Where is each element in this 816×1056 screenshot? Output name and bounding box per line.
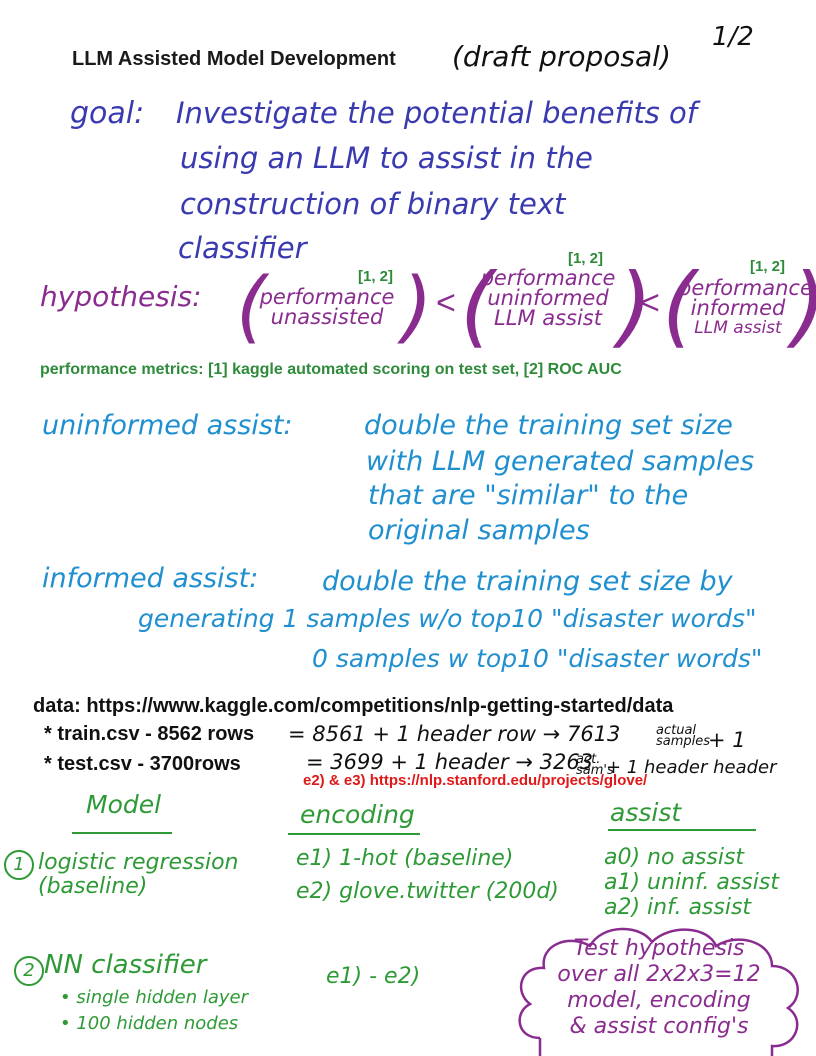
bullet-text: single hidden layer xyxy=(76,987,248,1008)
hypothesis-term-3: performance informed LLM assist xyxy=(678,276,813,339)
term-line: performance xyxy=(480,266,616,290)
less-than: < xyxy=(640,284,660,322)
uninformed-assist-label: uninformed assist: xyxy=(42,410,293,441)
model-1-line: logistic regression xyxy=(38,850,239,875)
train-note-tail: + 1 xyxy=(708,728,746,752)
cloud-line: & assist config's xyxy=(569,1014,749,1039)
right-paren: ) xyxy=(402,262,433,352)
train-rows: * train.csv - 8562 rows xyxy=(44,723,255,745)
cloud-note: Test hypothesis over all 2x2x3=12 model,… xyxy=(534,936,784,1040)
model-number-badge: 1 xyxy=(4,850,34,880)
model-1-line: (baseline) xyxy=(38,874,148,899)
assist-header-underline xyxy=(608,829,756,831)
uninformed-assist-line: that are "similar" to the xyxy=(368,480,689,511)
hypothesis-label: hypothesis: xyxy=(40,280,202,313)
cloud-line: model, encoding xyxy=(567,988,751,1013)
bullet-text: 100 hidden nodes xyxy=(76,1013,239,1034)
metric-tag: [1, 2] xyxy=(568,250,604,267)
right-paren: ) xyxy=(792,262,816,350)
assist-a1: a1) uninf. assist xyxy=(604,870,779,895)
metric-tag: [1, 2] xyxy=(750,258,786,275)
model-2-bullet: • 100 hidden nodes xyxy=(60,1013,239,1034)
uninformed-assist-line: double the training set size xyxy=(364,410,733,441)
data-url-line: data: https://www.kaggle.com/competition… xyxy=(33,695,674,717)
goal-line: classifier xyxy=(178,231,307,265)
uninformed-assist-line: original samples xyxy=(368,515,590,546)
less-than: < xyxy=(436,284,456,322)
encoding-header-underline xyxy=(288,833,420,835)
glove-note: e2) & e3) https://nlp.stanford.edu/proje… xyxy=(303,772,648,789)
model-header: Model xyxy=(86,790,162,819)
informed-assist-line: generating 1 samples w/o top10 "disaster… xyxy=(138,604,757,633)
model-2-bullet: • single hidden layer xyxy=(60,987,248,1008)
nn-encodings: e1) - e2) xyxy=(326,964,421,989)
uninformed-assist-line: with LLM generated samples xyxy=(366,446,755,477)
assist-a2: a2) inf. assist xyxy=(604,895,752,920)
informed-assist-line: 0 samples w top10 "disaster words" xyxy=(312,644,763,673)
test-rows: * test.csv - 3700rows xyxy=(44,753,241,775)
informed-assist-line: double the training set size by xyxy=(322,566,733,597)
page-title: LLM Assisted Model Development xyxy=(72,48,396,70)
note-small-line: samples xyxy=(656,734,711,749)
metric-tag: [1, 2] xyxy=(358,268,394,285)
hypothesis-term-1: performance unassisted xyxy=(254,285,400,329)
term-line: performance xyxy=(678,276,813,300)
goal-line: Investigate the potential benefits of xyxy=(176,96,697,130)
term-line: LLM assist xyxy=(694,318,782,338)
term-line: LLM assist xyxy=(494,306,602,330)
hypothesis-term-2: performance uninformed LLM assist xyxy=(478,266,618,330)
cloud-line: Test hypothesis xyxy=(573,936,745,961)
model-number-badge: 2 xyxy=(14,956,44,986)
encoding-e1: e1) 1-hot (baseline) xyxy=(296,846,514,871)
term-line: unassisted xyxy=(270,305,384,329)
term-line: performance xyxy=(259,285,395,309)
train-note-small: actual samples xyxy=(656,724,711,749)
encoding-e2: e2) glove.twitter (200d) xyxy=(296,879,559,904)
term-line: informed xyxy=(690,296,786,320)
informed-assist-label: informed assist: xyxy=(42,563,259,594)
encoding-header: encoding xyxy=(300,800,415,829)
goal-line: using an LLM to assist in the xyxy=(180,141,593,175)
test-note: = 3699 + 1 header → 3263 xyxy=(306,750,594,774)
performance-metrics: performance metrics: [1] kaggle automate… xyxy=(40,361,622,378)
goal-label: goal: xyxy=(70,96,145,131)
assist-a0: a0) no assist xyxy=(604,845,745,870)
cloud-line: over all 2x2x3=12 xyxy=(557,962,761,987)
train-note: = 8561 + 1 header row → 7613 xyxy=(288,722,621,746)
term-line: uninformed xyxy=(487,286,609,310)
model-2-line: NN classifier xyxy=(44,950,207,980)
assist-header: assist xyxy=(610,798,682,827)
model-header-underline xyxy=(72,832,172,834)
draft-note: (draft proposal) xyxy=(452,40,671,73)
page-number: 1/2 xyxy=(712,22,754,52)
goal-line: construction of binary text xyxy=(180,187,566,221)
